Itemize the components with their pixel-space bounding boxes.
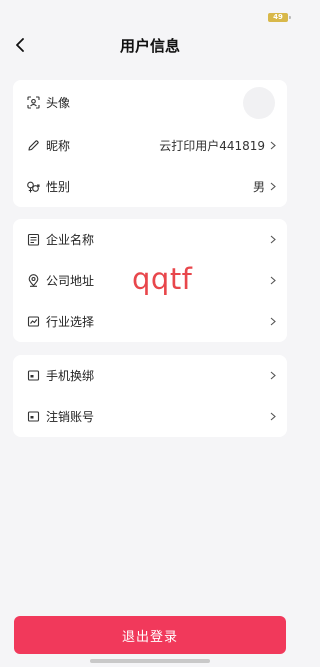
profile-card: 头像 昵称 云打印用户441819 性别 男 [13,80,287,207]
nickname-label: 昵称 [46,139,71,153]
chevron-right-icon [269,317,277,327]
chevron-right-icon [269,276,277,286]
gender-value: 男 [252,180,265,194]
page-title: 用户信息 [119,37,180,55]
change-phone-label: 手机换绑 [46,369,95,383]
trend-chart-icon [26,315,40,329]
avatar-frame-icon [26,96,40,110]
company-name-label: 企业名称 [46,233,95,247]
account-card: 手机换绑 注销账号 [13,355,287,437]
screen: 49 用户信息 头像 昵称 云打印用户441819 性别 男 企业名称 公司地址… [0,0,300,667]
cancel-account-label: 注销账号 [46,410,95,424]
cancel-account-row[interactable]: 注销账号 [13,396,287,437]
gender-row[interactable]: 性别 男 [13,166,287,207]
nickname-row[interactable]: 昵称 云打印用户441819 [13,125,287,166]
nickname-value: 云打印用户441819 [159,139,265,153]
chevron-right-icon [269,182,277,192]
avatar-label: 头像 [46,96,71,110]
home-indicator [90,659,210,663]
watermark-text: qqtf [132,262,193,296]
gender-label: 性别 [46,180,71,194]
gender-icon [26,180,40,194]
company-name-row[interactable]: 企业名称 [13,219,287,260]
chevron-right-icon [269,412,277,422]
chevron-right-icon [269,371,277,381]
industry-row[interactable]: 行业选择 [13,301,287,342]
chevron-right-icon [269,235,277,245]
battery-icon: 49 [268,13,291,22]
phone-card-icon [26,369,40,383]
header: 用户信息 [0,28,300,62]
account-card-icon [26,410,40,424]
avatar[interactable] [243,86,275,119]
location-pin-icon [26,274,40,288]
pencil-icon [26,139,40,153]
chevron-right-icon [269,141,277,151]
industry-label: 行业选择 [46,315,95,329]
logout-button[interactable]: 退出登录 [14,616,286,654]
company-building-icon [26,233,40,247]
change-phone-row[interactable]: 手机换绑 [13,355,287,396]
avatar-row[interactable]: 头像 [13,80,287,125]
